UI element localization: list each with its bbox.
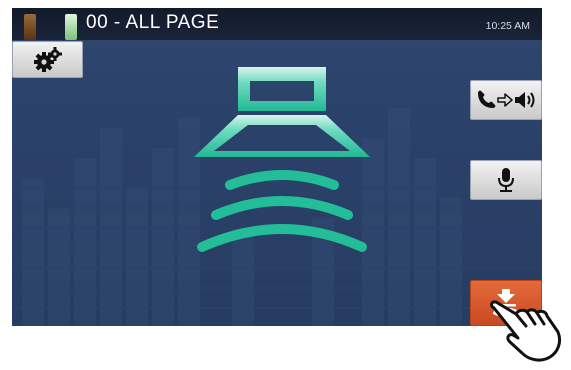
microphone-icon (498, 168, 514, 192)
intercom-screen: 00 - ALL PAGE 10:25 AM (12, 8, 542, 326)
status-indicator-green (65, 14, 77, 40)
settings-button[interactable] (12, 41, 83, 78)
status-indicator-brown (24, 14, 36, 40)
page-title: 00 - ALL PAGE (86, 12, 220, 33)
clock: 10:25 AM (485, 20, 530, 32)
header-bar: 00 - ALL PAGE 10:25 AM (12, 8, 542, 40)
gears-icon (33, 46, 62, 72)
speaker-broadcast-icon (194, 67, 370, 252)
microphone-button[interactable] (470, 160, 542, 200)
speaker-route-button[interactable] (470, 80, 542, 120)
pointing-hand-icon (490, 300, 562, 362)
phone-to-speaker-icon (478, 90, 535, 108)
